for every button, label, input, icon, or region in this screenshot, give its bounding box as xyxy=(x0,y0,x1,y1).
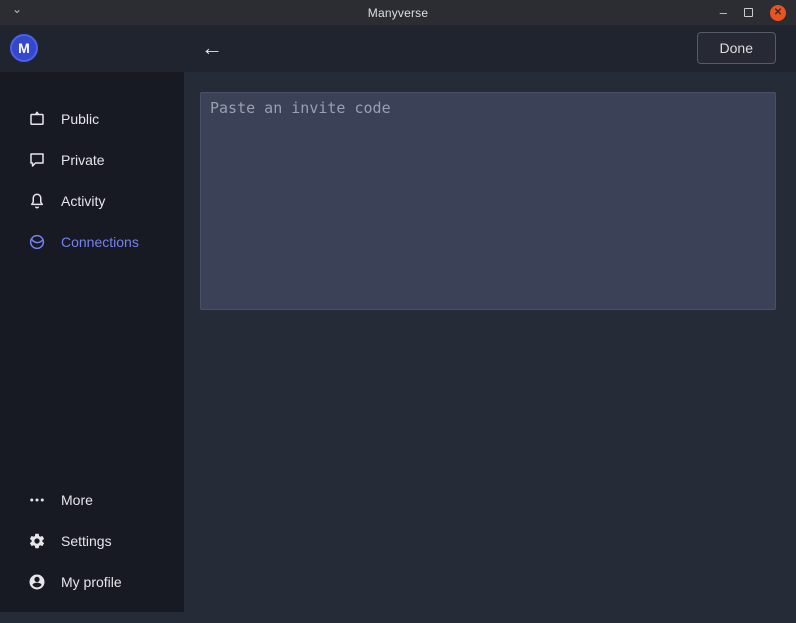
sidebar-item-label: Private xyxy=(61,152,105,168)
restore-button[interactable] xyxy=(744,8,753,17)
sidebar-item-settings[interactable]: Settings xyxy=(0,520,184,561)
sidebar-item-label: More xyxy=(61,492,93,508)
close-button[interactable]: ✕ xyxy=(770,5,786,21)
back-arrow-icon[interactable]: ← xyxy=(201,33,223,63)
sidebar: Public Private Activity xyxy=(0,72,184,612)
titlebar: ⌄ Manyverse – ✕ xyxy=(0,0,796,25)
window-controls: – ✕ xyxy=(720,0,786,25)
sidebar-item-connections[interactable]: Connections xyxy=(0,221,184,262)
main-content xyxy=(184,72,796,623)
sidebar-item-label: Settings xyxy=(61,533,112,549)
app-header: M ← Done xyxy=(0,25,796,72)
sidebar-item-my-profile[interactable]: My profile xyxy=(0,561,184,602)
sidebar-nav: Public Private Activity xyxy=(0,72,184,262)
profile-avatar-icon xyxy=(28,573,46,591)
minimize-button[interactable]: – xyxy=(720,6,727,19)
sidebar-item-label: Activity xyxy=(61,193,105,209)
sidebar-item-private[interactable]: Private xyxy=(0,139,184,180)
bulletin-board-icon xyxy=(28,110,46,128)
sidebar-bottom-nav: More Settings My profile xyxy=(0,479,184,602)
message-bubble-icon xyxy=(28,151,46,169)
manyverse-logo: M xyxy=(10,34,38,62)
sidebar-item-public[interactable]: Public xyxy=(0,98,184,139)
sidebar-item-activity[interactable]: Activity xyxy=(0,180,184,221)
done-button[interactable]: Done xyxy=(697,32,776,64)
window-title: Manyverse xyxy=(0,6,796,20)
invite-code-input[interactable] xyxy=(200,92,776,310)
more-dots-icon xyxy=(28,491,46,509)
sidebar-item-label: Public xyxy=(61,111,99,127)
sidebar-item-label: My profile xyxy=(61,574,122,590)
sidebar-item-more[interactable]: More xyxy=(0,479,184,520)
gear-icon xyxy=(28,532,46,550)
sidebar-item-label: Connections xyxy=(61,234,139,250)
connections-icon xyxy=(28,233,46,251)
bell-icon xyxy=(28,192,46,210)
